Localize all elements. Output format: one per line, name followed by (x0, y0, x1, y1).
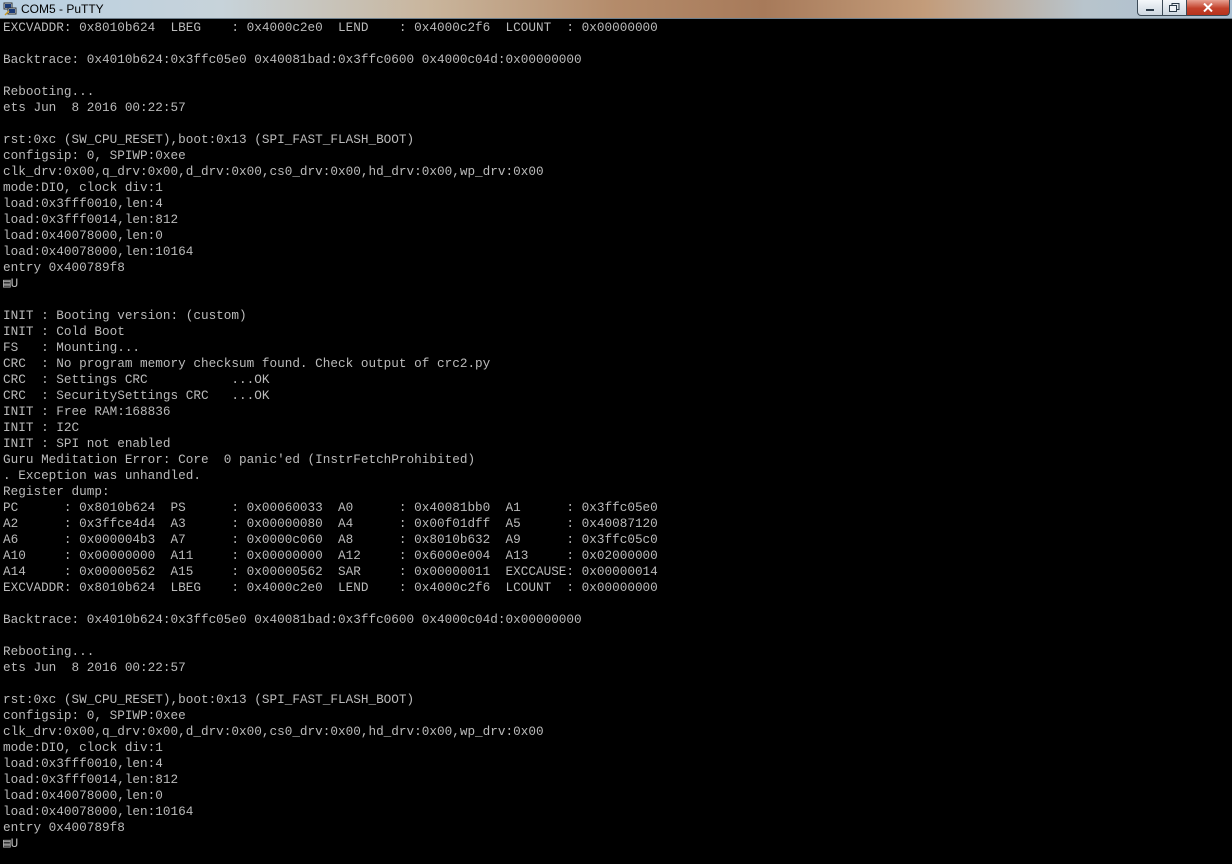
terminal-line: configsip: 0, SPIWP:0xee (3, 708, 186, 723)
maximize-button[interactable] (1162, 0, 1187, 16)
terminal-line: CRC : No program memory checksum found. … (3, 356, 491, 371)
terminal-line: FS : Mounting... (3, 340, 141, 355)
terminal-line: ets Jun 8 2016 00:22:57 (3, 100, 186, 115)
terminal-line: clk_drv:0x00,q_drv:0x00,d_drv:0x00,cs0_d… (3, 724, 544, 739)
window-title: COM5 - PuTTY (21, 2, 104, 16)
terminal-line: load:0x3fff0014,len:812 (3, 772, 179, 787)
terminal-line: Guru Meditation Error: Core 0 panic'ed (… (3, 452, 476, 467)
terminal-line: A10 : 0x00000000 A11 : 0x00000000 A12 : … (3, 548, 658, 563)
minimize-button[interactable] (1137, 0, 1163, 16)
terminal-output[interactable]: EXCVADDR: 0x8010b624 LBEG : 0x4000c2e0 L… (3, 20, 1228, 864)
terminal-line: configsip: 0, SPIWP:0xee (3, 148, 186, 163)
terminal-line: Backtrace: 0x4010b624:0x3ffc05e0 0x40081… (3, 612, 582, 627)
terminal-line: load:0x40078000,len:0 (3, 788, 163, 803)
terminal-line: EXCVADDR: 0x8010b624 LBEG : 0x4000c2e0 L… (3, 20, 658, 35)
terminal-line: EXCVADDR: 0x8010b624 LBEG : 0x4000c2e0 L… (3, 580, 658, 595)
terminal-line: A6 : 0x000004b3 A7 : 0x0000c060 A8 : 0x8… (3, 532, 658, 547)
close-button[interactable] (1186, 0, 1230, 16)
terminal-line: A2 : 0x3ffce4d4 A3 : 0x00000080 A4 : 0x0… (3, 516, 658, 531)
terminal-line: rst:0xc (SW_CPU_RESET),boot:0x13 (SPI_FA… (3, 132, 415, 147)
terminal-line: INIT : I2C (3, 420, 80, 435)
maximize-icon (1169, 0, 1180, 17)
terminal-line: Rebooting... (3, 84, 95, 99)
terminal-line: mode:DIO, clock div:1 (3, 180, 163, 195)
terminal-line: INIT : Cold Boot (3, 324, 125, 339)
terminal-line: Backtrace: 0x4010b624:0x3ffc05e0 0x40081… (3, 52, 582, 67)
title-bar[interactable]: COM5 - PuTTY (0, 0, 1232, 19)
window-controls (1137, 0, 1230, 17)
terminal-line: ▤U (3, 276, 19, 291)
terminal-line: . Exception was unhandled. (3, 468, 201, 483)
terminal-line: load:0x3fff0010,len:4 (3, 196, 163, 211)
terminal-line: CRC : SecuritySettings CRC ...OK (3, 388, 270, 403)
terminal-line: Rebooting... (3, 644, 95, 659)
terminal-line: clk_drv:0x00,q_drv:0x00,d_drv:0x00,cs0_d… (3, 164, 544, 179)
terminal-line: Register dump: (3, 484, 110, 499)
terminal-line: load:0x40078000,len:10164 (3, 804, 194, 819)
terminal-line: ▤U (3, 836, 19, 851)
putty-window: COM5 - PuTTY EXCVADDR: 0x8010b624 LBEG:… (0, 0, 1232, 864)
terminal-line: mode:DIO, clock div:1 (3, 740, 163, 755)
terminal-line: A14 : 0x00000562 A15 : 0x00000562 SAR : … (3, 564, 658, 579)
putty-icon[interactable] (3, 2, 17, 16)
terminal-line: INIT : Free RAM:168836 (3, 404, 171, 419)
terminal-line: load:0x40078000,len:0 (3, 228, 163, 243)
terminal-line: rst:0xc (SW_CPU_RESET),boot:0x13 (SPI_FA… (3, 692, 415, 707)
terminal-line: entry 0x400789f8 (3, 260, 125, 275)
terminal-line: ets Jun 8 2016 00:22:57 (3, 660, 186, 675)
terminal-line: INIT : Booting version: (custom) (3, 308, 247, 323)
terminal-line: load:0x40078000,len:10164 (3, 244, 194, 259)
terminal-line: entry 0x400789f8 (3, 820, 125, 835)
terminal-line: load:0x3fff0014,len:812 (3, 212, 179, 227)
minimize-icon (1145, 0, 1155, 17)
terminal-line: INIT : SPI not enabled (3, 436, 171, 451)
terminal-line: PC : 0x8010b624 PS : 0x00060033 A0 : 0x4… (3, 500, 658, 515)
terminal-line: CRC : Settings CRC ...OK (3, 372, 270, 387)
close-icon (1203, 0, 1213, 17)
terminal-line: load:0x3fff0010,len:4 (3, 756, 163, 771)
